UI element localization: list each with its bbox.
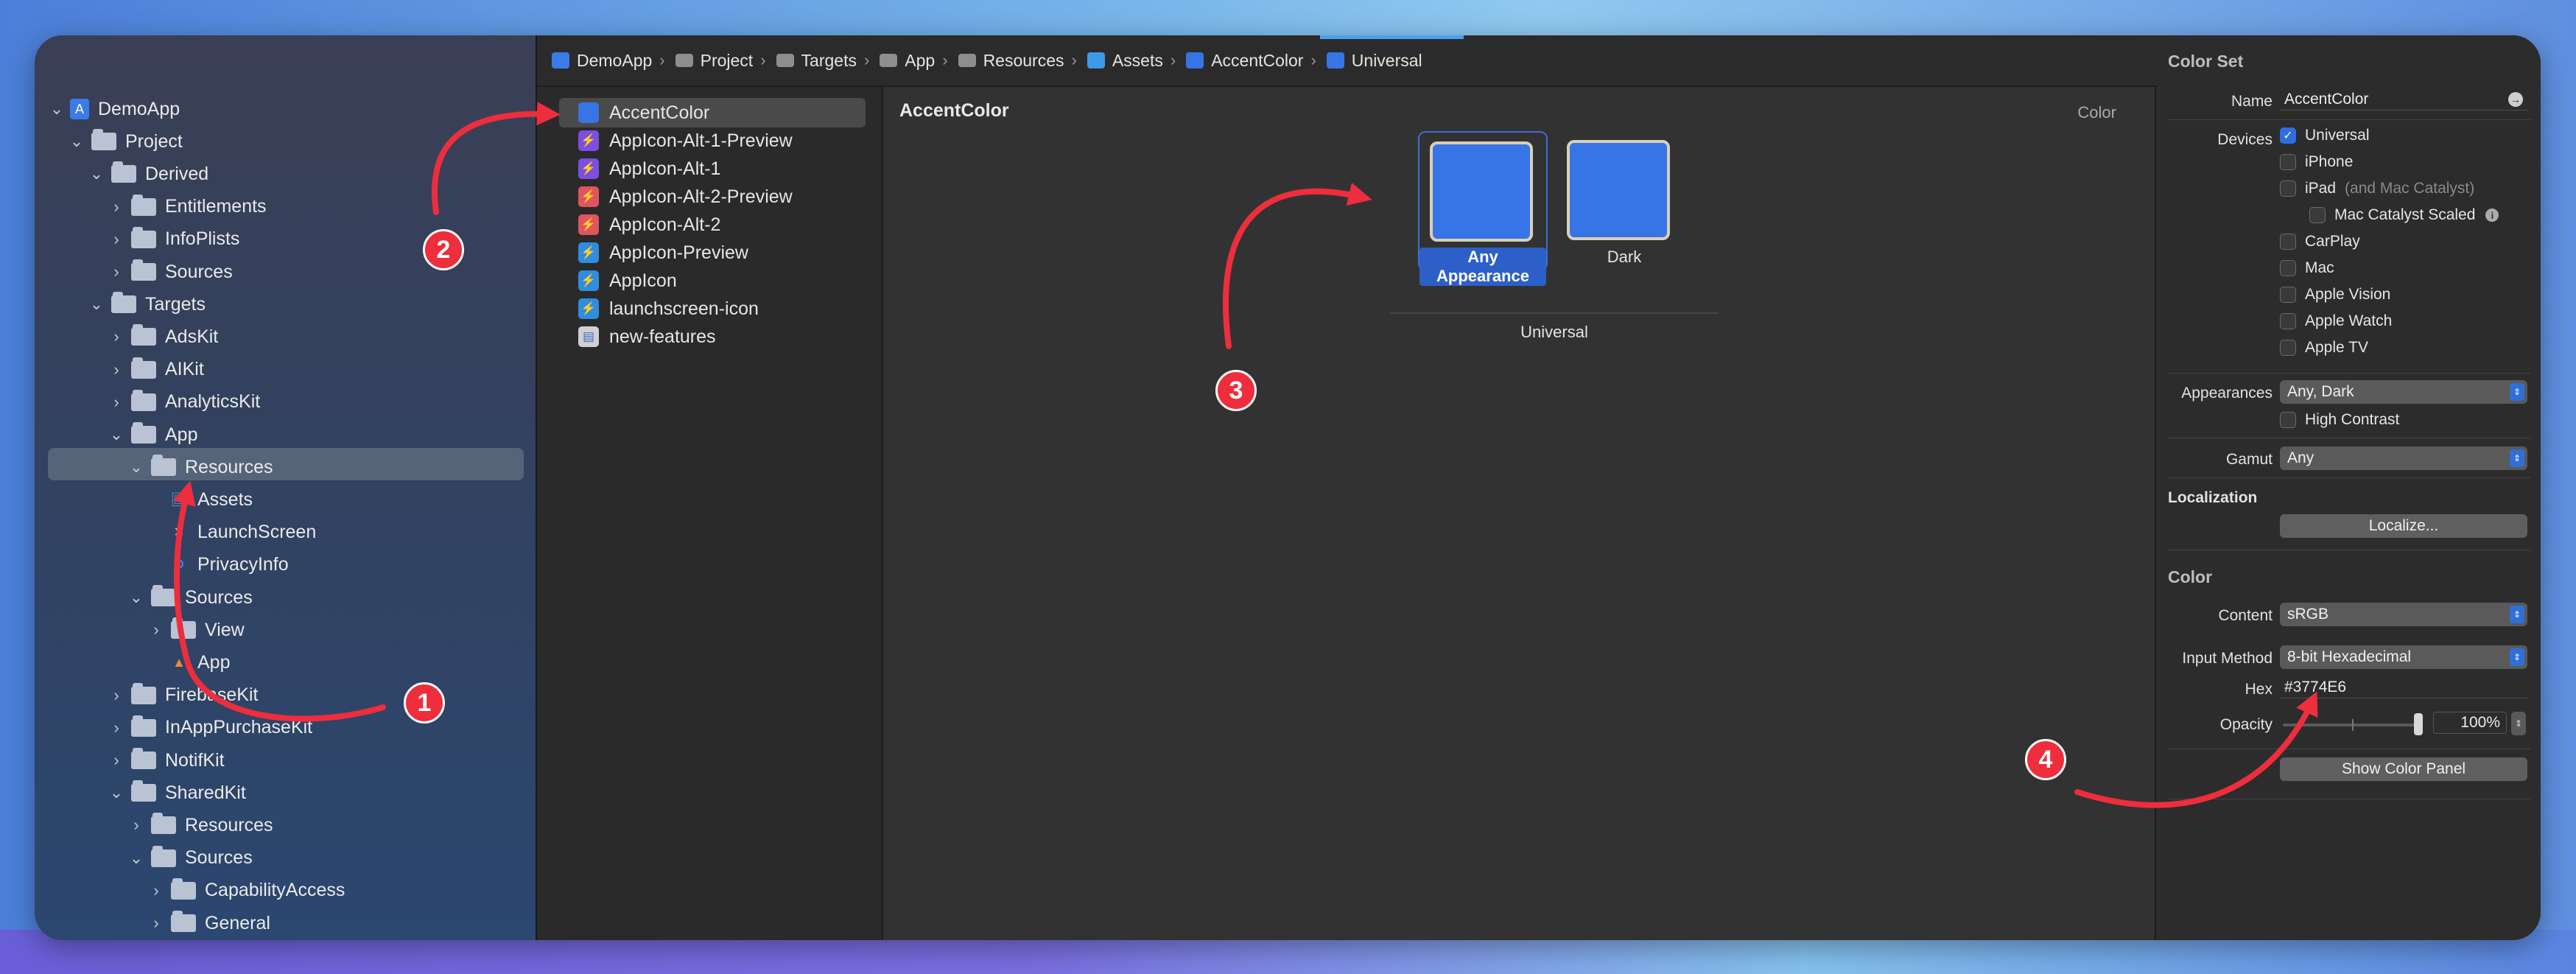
annotation-arrows (172, 102, 2318, 808)
annotation-badge-4: 4 (2025, 739, 2066, 780)
annotation-badge-1: 1 (404, 682, 445, 724)
annotation-badge-2: 2 (423, 229, 464, 270)
annotation-arrow-3 (1223, 183, 1372, 349)
annotation-arrow-1 (172, 480, 386, 722)
annotation-arrow-4 (2074, 691, 2318, 808)
annotation-arrow-2 (431, 102, 561, 215)
annotation-badge-3: 3 (1215, 370, 1257, 411)
